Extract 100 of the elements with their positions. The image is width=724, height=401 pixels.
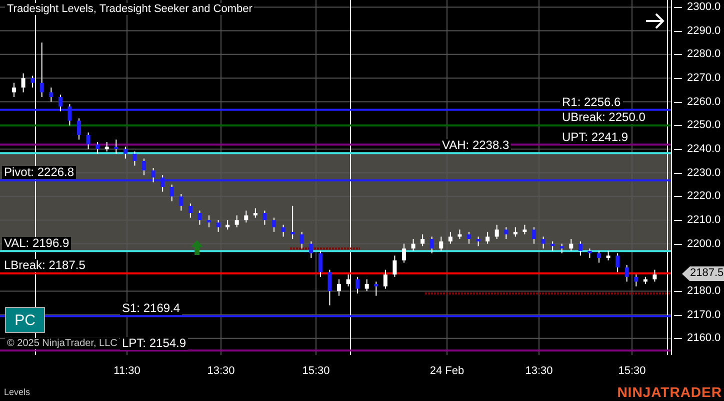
candle (550, 241, 555, 251)
candle (532, 227, 536, 244)
tick-mark (674, 7, 682, 8)
candle (207, 215, 211, 228)
candle (616, 253, 620, 272)
candle (12, 82, 16, 98)
candle (272, 218, 276, 232)
candle (77, 118, 81, 140)
candle (346, 274, 350, 286)
price-tick-label: 2250.0 (687, 119, 721, 132)
candle (262, 210, 267, 225)
tick-mark (674, 196, 682, 198)
candle (142, 158, 146, 176)
tick-mark (674, 54, 682, 56)
level-label: LBreak: 2187.5 (2, 259, 88, 272)
time-tick-label: 24 Feb (430, 365, 464, 377)
candle (402, 244, 406, 263)
price-tick-label: 2290.0 (687, 24, 721, 37)
candle (198, 210, 202, 225)
candle (253, 208, 258, 218)
copyright-text: © 2025 NinjaTrader, LLC (5, 338, 120, 349)
tick-mark (674, 78, 682, 80)
candle (30, 76, 35, 88)
candle (476, 236, 480, 246)
candle (588, 248, 592, 258)
candle (560, 244, 564, 254)
time-tick-label: 15:30 (618, 365, 646, 377)
level-label: VAH: 2238.3 (440, 139, 512, 152)
right-arrow-icon[interactable] (645, 12, 665, 30)
candle (364, 279, 369, 292)
candle (309, 241, 314, 258)
tick-mark (674, 149, 682, 150)
candle (374, 282, 378, 296)
candle (411, 239, 416, 251)
price-tick-label: 2260.0 (687, 96, 721, 108)
candle (86, 132, 90, 150)
candle (356, 276, 360, 294)
tick-mark (674, 314, 682, 316)
price-tick-label: 2180.0 (687, 285, 721, 298)
candle (300, 232, 304, 248)
candle (467, 232, 471, 244)
candle (420, 234, 425, 246)
candle (569, 239, 574, 251)
time-tick-label: 11:30 (114, 365, 140, 377)
price-tick-label: 2200.0 (687, 238, 721, 250)
candle (606, 250, 610, 260)
candle (96, 142, 100, 154)
time-tick-label: 13:30 (207, 365, 235, 377)
tick-mark (674, 30, 682, 32)
price-tick-label: 2230.0 (687, 166, 721, 179)
tick-mark (674, 125, 682, 126)
level-label: Pivot: 2226.8 (2, 166, 76, 180)
price-tick-label: 2210.0 (687, 214, 721, 226)
candle (624, 265, 629, 282)
candle (597, 250, 601, 263)
candle (513, 227, 518, 237)
candle (58, 94, 62, 112)
candle (486, 232, 490, 244)
candle (132, 151, 137, 166)
candle (337, 279, 341, 296)
candle (318, 250, 322, 277)
dotted-level-line (290, 248, 360, 250)
tick-mark (674, 220, 682, 222)
tick-mark (674, 291, 682, 292)
candle (494, 224, 499, 240)
candle (458, 230, 462, 240)
chart-title: Tradesight Levels, Tradesight Seeker and Comber (5, 3, 254, 15)
price-tick-label: 2170.0 (687, 308, 721, 321)
candle (439, 236, 444, 251)
candle (234, 215, 239, 228)
last-price-badge: 2187.5 (682, 266, 724, 282)
price-tick-label: 2240.0 (687, 143, 721, 156)
candle (383, 270, 388, 289)
candle (578, 241, 582, 256)
tick-mark (674, 172, 682, 174)
candle (226, 220, 230, 230)
candle (188, 204, 192, 218)
level-label: LPT: 2154.9 (120, 336, 188, 350)
candle (244, 210, 248, 222)
candle (151, 168, 156, 182)
candle (160, 175, 165, 192)
price-tick-label: 2280.0 (687, 48, 721, 60)
candle (281, 224, 286, 237)
candle (114, 140, 118, 154)
tick-mark (674, 102, 682, 103)
candle (430, 236, 434, 254)
up-arrow-icon (191, 240, 203, 255)
logo-text: NINJATRADER (617, 384, 722, 400)
candle (104, 142, 109, 152)
price-tick-label: 2270.0 (687, 72, 721, 84)
time-tick-label: 15:30 (302, 365, 330, 377)
candle (123, 146, 128, 159)
candle (448, 232, 452, 244)
candle (652, 270, 657, 282)
indicator-status: Levels (4, 387, 30, 397)
pc-button[interactable]: PC (5, 307, 45, 333)
candle (179, 194, 184, 211)
candle (68, 104, 72, 126)
level-label: R1: 2256.6 (560, 96, 623, 109)
tick-mark (674, 244, 682, 245)
